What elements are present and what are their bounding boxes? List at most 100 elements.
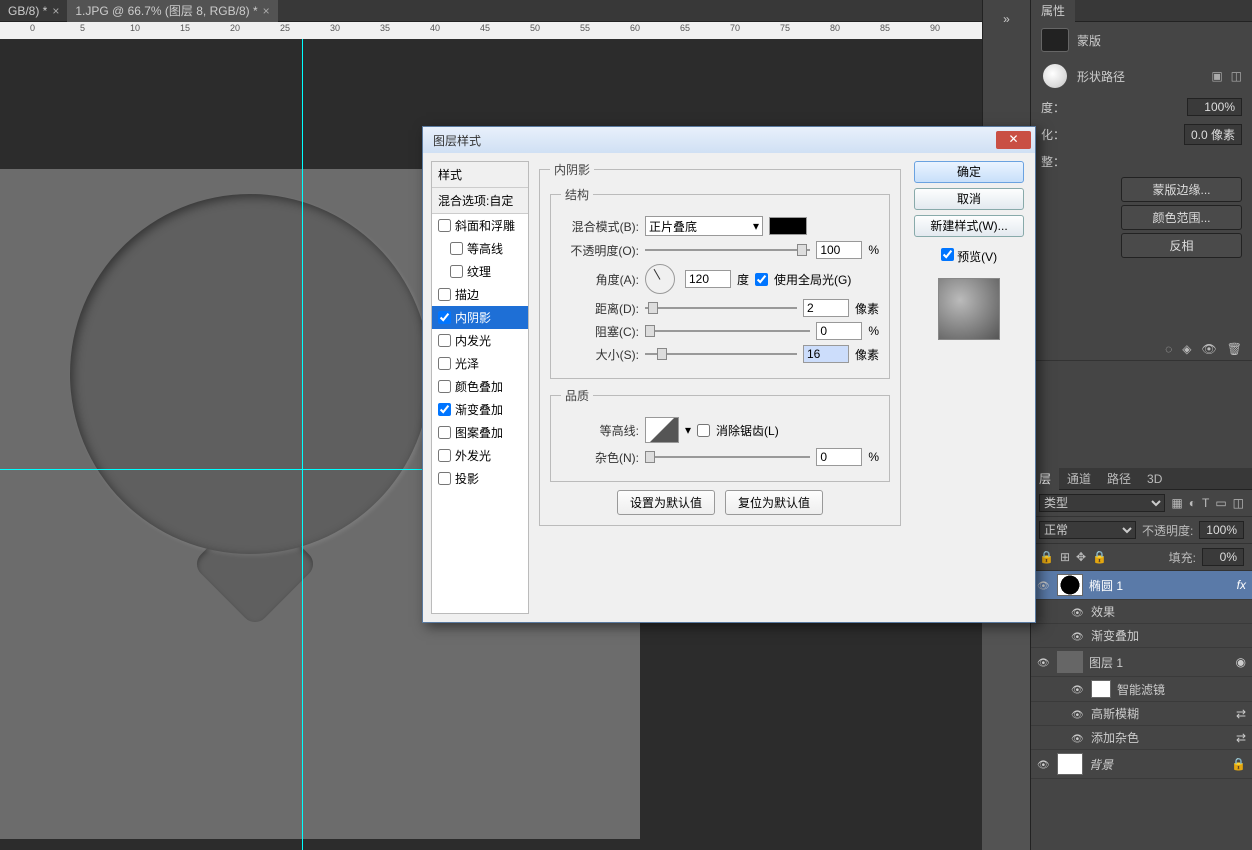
reset-default-button[interactable]: 复位为默认值 <box>725 490 823 515</box>
invert-button[interactable]: 反相 <box>1121 233 1242 258</box>
shape-thumb-icon[interactable] <box>1043 64 1067 88</box>
layer-opacity[interactable]: 100% <box>1199 521 1244 539</box>
style-item-4[interactable]: 内阴影 <box>432 306 528 329</box>
eye-icon[interactable]: 👁 <box>1202 342 1217 356</box>
style-item-8[interactable]: 渐变叠加 <box>432 398 528 421</box>
choke-slider[interactable] <box>645 323 810 339</box>
doc-tab-0[interactable]: GB/8) *× <box>0 0 67 22</box>
opacity-slider[interactable] <box>645 242 810 258</box>
style-checkbox[interactable] <box>438 311 451 324</box>
noise-slider[interactable] <box>645 449 810 465</box>
filter-mask-thumb[interactable] <box>1091 680 1111 698</box>
dialog-titlebar[interactable]: 图层样式 ✕ <box>423 127 1035 153</box>
opacity-input[interactable] <box>816 241 862 259</box>
layer-effects-row[interactable]: 效果 <box>1031 600 1252 624</box>
guide-vertical[interactable] <box>302 39 303 850</box>
style-item-0[interactable]: 斜面和浮雕 <box>432 214 528 237</box>
blend-mode-select[interactable]: 正常 <box>1039 521 1136 539</box>
style-item-9[interactable]: 图案叠加 <box>432 421 528 444</box>
style-checkbox[interactable] <box>438 357 451 370</box>
style-checkbox[interactable] <box>450 242 463 255</box>
layer-gradient-overlay-row[interactable]: 渐变叠加 <box>1031 624 1252 648</box>
fx-badge[interactable]: fx <box>1237 578 1246 592</box>
link-mask-icon[interactable]: ▣ <box>1211 69 1222 83</box>
antialias-checkbox[interactable] <box>697 424 710 437</box>
contour-swatch[interactable] <box>645 417 679 443</box>
close-icon[interactable]: × <box>52 4 59 18</box>
layer-fill[interactable]: 0% <box>1202 548 1244 566</box>
blend-mode-select[interactable]: 正片叠底▾ <box>645 216 763 236</box>
global-light-checkbox[interactable] <box>755 273 768 286</box>
lock-icon[interactable]: 🔒 <box>1231 757 1246 771</box>
doc-tab-1[interactable]: 1.JPG @ 66.7% (图层 8, RGB/8) *× <box>67 0 277 22</box>
gaussian-blur-row[interactable]: 高斯模糊 ⇄ <box>1031 702 1252 726</box>
style-item-10[interactable]: 外发光 <box>432 444 528 467</box>
color-range-button[interactable]: 颜色范围... <box>1121 205 1242 230</box>
visibility-icon[interactable] <box>1071 707 1085 721</box>
close-icon[interactable]: × <box>263 4 270 18</box>
filter-adjust-icon[interactable]: ◐ <box>1189 496 1196 510</box>
lock-icon[interactable]: 🔒 <box>1039 550 1054 564</box>
style-item-2[interactable]: 纹理 <box>432 260 528 283</box>
layer-thumb[interactable] <box>1057 753 1083 775</box>
distance-slider[interactable] <box>645 300 797 316</box>
style-item-7[interactable]: 颜色叠加 <box>432 375 528 398</box>
style-checkbox[interactable] <box>438 380 451 393</box>
lock-pixels-icon[interactable]: ⊞ <box>1060 550 1070 564</box>
shadow-color-swatch[interactable] <box>769 217 807 235</box>
choke-input[interactable] <box>816 322 862 340</box>
style-checkbox[interactable] <box>438 403 451 416</box>
filter-opts-icon[interactable]: ⇄ <box>1236 731 1246 745</box>
style-checkbox[interactable] <box>438 449 451 462</box>
add-noise-row[interactable]: 添加杂色 ⇄ <box>1031 726 1252 750</box>
3d-tab[interactable]: 3D <box>1139 468 1170 490</box>
layer-row-background[interactable]: 背景 🔒 <box>1031 750 1252 779</box>
style-checkbox[interactable] <box>450 265 463 278</box>
layer-name[interactable]: 图层 1 <box>1089 654 1123 671</box>
mask-thumb-icon[interactable] <box>1041 28 1069 52</box>
properties-tab[interactable]: 属性 <box>1031 0 1075 23</box>
noise-input[interactable] <box>816 448 862 466</box>
visibility-icon[interactable] <box>1037 757 1051 771</box>
cancel-button[interactable]: 取消 <box>914 188 1024 210</box>
chevron-down-icon[interactable]: ▾ <box>685 423 691 437</box>
size-slider[interactable] <box>645 346 797 362</box>
filter-image-icon[interactable]: ▦ <box>1171 496 1182 510</box>
visibility-icon[interactable] <box>1071 629 1085 643</box>
style-item-1[interactable]: 等高线 <box>432 237 528 260</box>
filter-smart-icon[interactable]: ◫ <box>1233 496 1244 510</box>
new-style-button[interactable]: 新建样式(W)... <box>914 215 1024 237</box>
close-button[interactable]: ✕ <box>996 131 1031 149</box>
shape-ellipse[interactable] <box>70 194 430 554</box>
distance-input[interactable] <box>803 299 849 317</box>
expand-icon[interactable]: » <box>983 0 1030 38</box>
size-input[interactable] <box>803 345 849 363</box>
style-checkbox[interactable] <box>438 219 451 232</box>
smart-obj-icon[interactable]: ◉ <box>1236 655 1246 669</box>
style-item-3[interactable]: 描边 <box>432 283 528 306</box>
visibility-icon[interactable] <box>1071 605 1085 619</box>
channels-tab[interactable]: 通道 <box>1059 466 1099 491</box>
ok-button[interactable]: 确定 <box>914 161 1024 183</box>
make-default-button[interactable]: 设置为默认值 <box>617 490 715 515</box>
visibility-icon[interactable] <box>1037 655 1051 669</box>
layer-thumb[interactable] <box>1057 574 1083 596</box>
layer-name[interactable]: 椭圆 1 <box>1089 577 1123 594</box>
style-item-11[interactable]: 投影 <box>432 467 528 490</box>
filter-type-select[interactable]: 类型 <box>1039 494 1165 512</box>
visibility-icon[interactable] <box>1037 578 1051 592</box>
angle-input[interactable] <box>685 270 731 288</box>
lock-pos-icon[interactable]: ✥ <box>1076 550 1086 564</box>
layer-row-1[interactable]: 图层 1 ◉ <box>1031 648 1252 677</box>
mask-edge-button[interactable]: 蒙版边缘... <box>1121 177 1242 202</box>
style-checkbox[interactable] <box>438 288 451 301</box>
visibility-icon[interactable] <box>1071 682 1085 696</box>
path-mask-icon[interactable]: ◫ <box>1231 69 1242 83</box>
filter-opts-icon[interactable]: ⇄ <box>1236 707 1246 721</box>
trash-icon[interactable]: 🗑 <box>1227 342 1242 356</box>
angle-dial[interactable] <box>645 264 675 294</box>
blend-options-row[interactable]: 混合选项:自定 <box>432 188 528 214</box>
feather-value[interactable]: 0.0 像素 <box>1184 124 1242 145</box>
styles-header[interactable]: 样式 <box>432 162 528 188</box>
style-checkbox[interactable] <box>438 334 451 347</box>
